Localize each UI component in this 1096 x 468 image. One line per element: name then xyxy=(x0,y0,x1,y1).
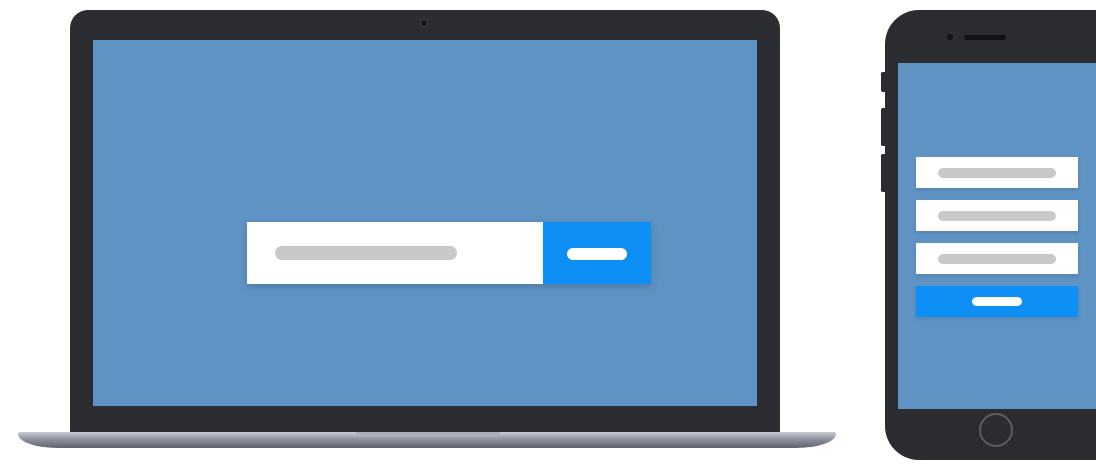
phone-front-camera-icon xyxy=(947,34,953,40)
laptop-base xyxy=(18,432,836,448)
phone-volume-up-button xyxy=(881,108,885,146)
phone-volume-down-button xyxy=(881,154,885,192)
phone-home-button[interactable] xyxy=(979,413,1013,447)
laptop-camera-icon xyxy=(420,19,428,27)
desktop-search-form xyxy=(247,222,651,284)
phone-mute-switch xyxy=(881,72,885,92)
desktop-submit-button[interactable] xyxy=(543,222,651,284)
desktop-search-input[interactable] xyxy=(247,222,543,284)
mobile-input-field-1[interactable] xyxy=(916,157,1078,188)
phone-mockup xyxy=(881,10,1096,460)
mobile-input-field-2[interactable] xyxy=(916,200,1078,231)
mobile-input-field-3[interactable] xyxy=(916,243,1078,274)
button-label-bar xyxy=(972,297,1022,306)
mobile-submit-button[interactable] xyxy=(916,286,1078,317)
laptop-screen xyxy=(93,40,757,406)
placeholder-text-bar xyxy=(938,168,1056,178)
placeholder-text-bar xyxy=(275,246,457,260)
laptop-opening-notch xyxy=(356,432,500,437)
phone-screen xyxy=(898,63,1096,409)
placeholder-text-bar xyxy=(938,254,1056,264)
laptop-lid xyxy=(70,10,780,432)
placeholder-text-bar xyxy=(938,211,1056,221)
phone-speaker-grille xyxy=(964,35,1006,40)
button-label-bar xyxy=(567,248,627,260)
